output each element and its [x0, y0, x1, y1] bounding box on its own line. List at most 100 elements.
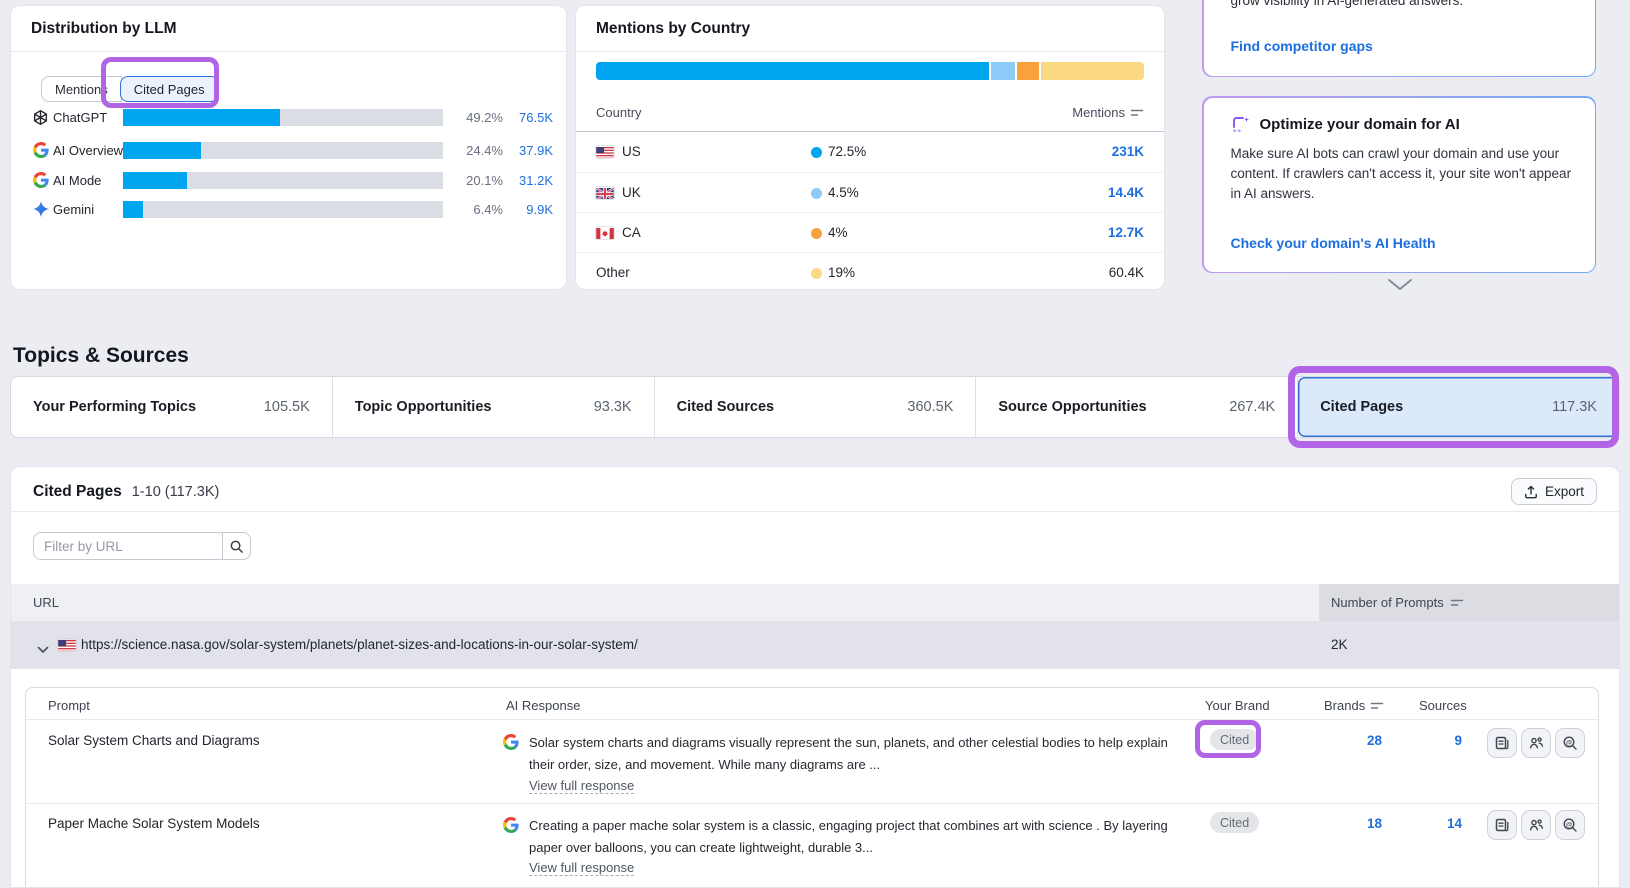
url-row-expanded[interactable]: https://science.nasa.gov/solar-system/pl… — [11, 621, 1619, 669]
number-of-prompts-column-header[interactable]: Number of Prompts — [1319, 584, 1619, 621]
tab-count: 360.5K — [907, 399, 954, 415]
export-button[interactable]: Export — [1510, 478, 1597, 505]
llm-bar-track — [123, 200, 443, 218]
cited-pages-panel: Cited Pages 1-10 (117.3K) Export URL Num… — [10, 466, 1620, 888]
country-row-us: US 72.5% 231K — [576, 132, 1164, 172]
tab-label: Your Performing Topics — [33, 399, 197, 415]
ca-flag-icon — [596, 227, 614, 239]
clipped-promo-text: grow visibility in AI-generated answers. — [1230, 0, 1464, 8]
stacked-segment-us — [596, 62, 989, 80]
llm-value-link[interactable]: 37.9K — [506, 143, 553, 158]
topics-sources-tabbar: Your Performing Topics 105.5K Topic Oppo… — [10, 376, 1620, 438]
cited-page-url[interactable]: https://science.nasa.gov/solar-system/pl… — [81, 637, 638, 652]
sources-count-link[interactable]: 14 — [1396, 816, 1462, 831]
search-mentions-button[interactable]: @ — [1555, 728, 1585, 758]
ai-response-text: Creating a paper mache solar system is a… — [529, 818, 1168, 855]
url-column-header: URL — [33, 595, 60, 610]
collapse-sidebar-chevron-down-icon[interactable] — [1387, 278, 1413, 296]
brands-count-link[interactable]: 28 — [1316, 733, 1382, 748]
sort-icon — [1130, 109, 1144, 116]
ai-visibility-dashboard: Distribution by LLM Mentions Cited Pages… — [0, 0, 1630, 888]
people-icon — [1529, 819, 1544, 831]
llm-percent: 49.2% — [466, 109, 503, 125]
divider — [576, 51, 1164, 52]
tab-cited-sources[interactable]: Cited Sources 360.5K — [655, 377, 977, 437]
llm-value-link[interactable]: 9.9K — [506, 202, 553, 217]
country-name: UK — [622, 185, 641, 200]
check-ai-health-link[interactable]: Check your domain's AI Health — [1231, 235, 1436, 251]
llm-bar-track — [123, 141, 443, 159]
sort-icon — [1370, 702, 1384, 709]
country-name: Other — [596, 265, 630, 280]
divider — [11, 51, 566, 52]
mentions-column-header[interactable]: Mentions — [1072, 105, 1144, 120]
filter-search-button[interactable] — [223, 532, 251, 560]
tab-your-performing-topics[interactable]: Your Performing Topics 105.5K — [11, 377, 333, 437]
legend-dot — [811, 188, 822, 199]
country-value-link[interactable]: 231K — [1112, 144, 1144, 159]
at-magnifier-icon: @ — [1563, 818, 1577, 832]
tab-source-opportunities[interactable]: Source Opportunities 267.4K — [976, 377, 1299, 437]
llm-row-chatgpt: ChatGPT 49.2% 76.5K — [11, 107, 566, 127]
ai-response-text: Solar system charts and diagrams visuall… — [529, 735, 1168, 772]
search-mentions-button[interactable]: @ — [1555, 810, 1585, 840]
optimize-card-body-text: Make sure AI bots can crawl your domain … — [1230, 145, 1572, 201]
mentions-by-country-card: Mentions by Country Country Mentions US … — [575, 5, 1165, 290]
tab-count: 267.4K — [1229, 399, 1276, 415]
legend-dot — [811, 268, 822, 279]
country-stacked-bar — [596, 62, 1144, 80]
view-full-response-link[interactable]: View full response — [529, 778, 635, 794]
competitors-button[interactable] — [1521, 810, 1551, 840]
divider — [11, 511, 1619, 512]
google-icon — [32, 172, 49, 189]
cited-status-badge: Cited — [1210, 812, 1260, 833]
panel-range-label: 1-10 (117.3K) — [131, 484, 220, 500]
view-full-response-link[interactable]: View full response — [529, 860, 635, 876]
openai-icon — [32, 109, 49, 126]
llm-row-ai-mode: AI Mode 20.1% 31.2K — [11, 170, 566, 190]
llm-bar-track — [123, 108, 443, 126]
collapse-row-chevron-down-icon[interactable] — [37, 641, 49, 659]
us-flag-icon — [596, 146, 614, 158]
country-value-link[interactable]: 12.7K — [1108, 225, 1144, 240]
prompt-text: Paper Mache Solar System Models — [48, 816, 260, 831]
view-response-button[interactable] — [1487, 728, 1517, 758]
llm-view-toggle: Mentions Cited Pages — [41, 76, 219, 102]
find-competitor-gaps-link[interactable]: Find competitor gaps — [1231, 38, 1373, 54]
optimize-card-title-row: Optimize your domain for AI — [1231, 115, 1460, 134]
filter-by-url-input[interactable] — [33, 532, 223, 560]
legend-dot — [811, 147, 822, 158]
brands-count-link[interactable]: 18 — [1316, 816, 1382, 831]
tab-label: Source Opportunities — [998, 399, 1147, 415]
uk-flag-icon — [596, 187, 614, 199]
view-response-button[interactable] — [1487, 810, 1517, 840]
divider — [26, 803, 1598, 804]
competitor-gaps-card: grow visibility in AI-generated answers.… — [1202, 0, 1596, 77]
llm-bar-fill — [123, 141, 202, 159]
tab-topic-opportunities[interactable]: Topic Opportunities 93.3K — [333, 377, 655, 437]
search-icon — [230, 540, 243, 553]
your-brand-column-header: Your Brand — [1205, 698, 1270, 713]
llm-percent: 24.4% — [466, 142, 503, 158]
brands-column-header[interactable]: Brands — [1324, 698, 1384, 713]
country-value: 60.4K — [1108, 265, 1144, 280]
response-document-icon — [1495, 736, 1509, 750]
country-percent: 4.5% — [828, 185, 859, 200]
cited-pages-toggle-button[interactable]: Cited Pages — [119, 76, 219, 102]
country-row-ca: CA 4% 12.7K — [576, 212, 1164, 253]
country-value-link[interactable]: 14.4K — [1108, 185, 1144, 200]
ai-response-column-header: AI Response — [506, 698, 581, 713]
competitors-button[interactable] — [1521, 728, 1551, 758]
llm-value-link[interactable]: 76.5K — [506, 110, 553, 125]
mentions-toggle-button[interactable]: Mentions — [41, 76, 122, 102]
cited-pages-panel-title: Cited Pages 1-10 (117.3K) — [33, 483, 219, 501]
country-percent: 19% — [828, 265, 856, 280]
sources-count-link[interactable]: 9 — [1396, 733, 1462, 748]
tab-count: 93.3K — [593, 399, 632, 415]
country-column-header: Country — [596, 105, 642, 120]
upload-icon — [1525, 485, 1537, 498]
llm-bar-fill — [123, 108, 281, 126]
country-name: US — [622, 144, 641, 159]
tab-cited-pages[interactable]: Cited Pages 117.3K — [1298, 377, 1619, 437]
llm-value-link[interactable]: 31.2K — [506, 173, 553, 188]
